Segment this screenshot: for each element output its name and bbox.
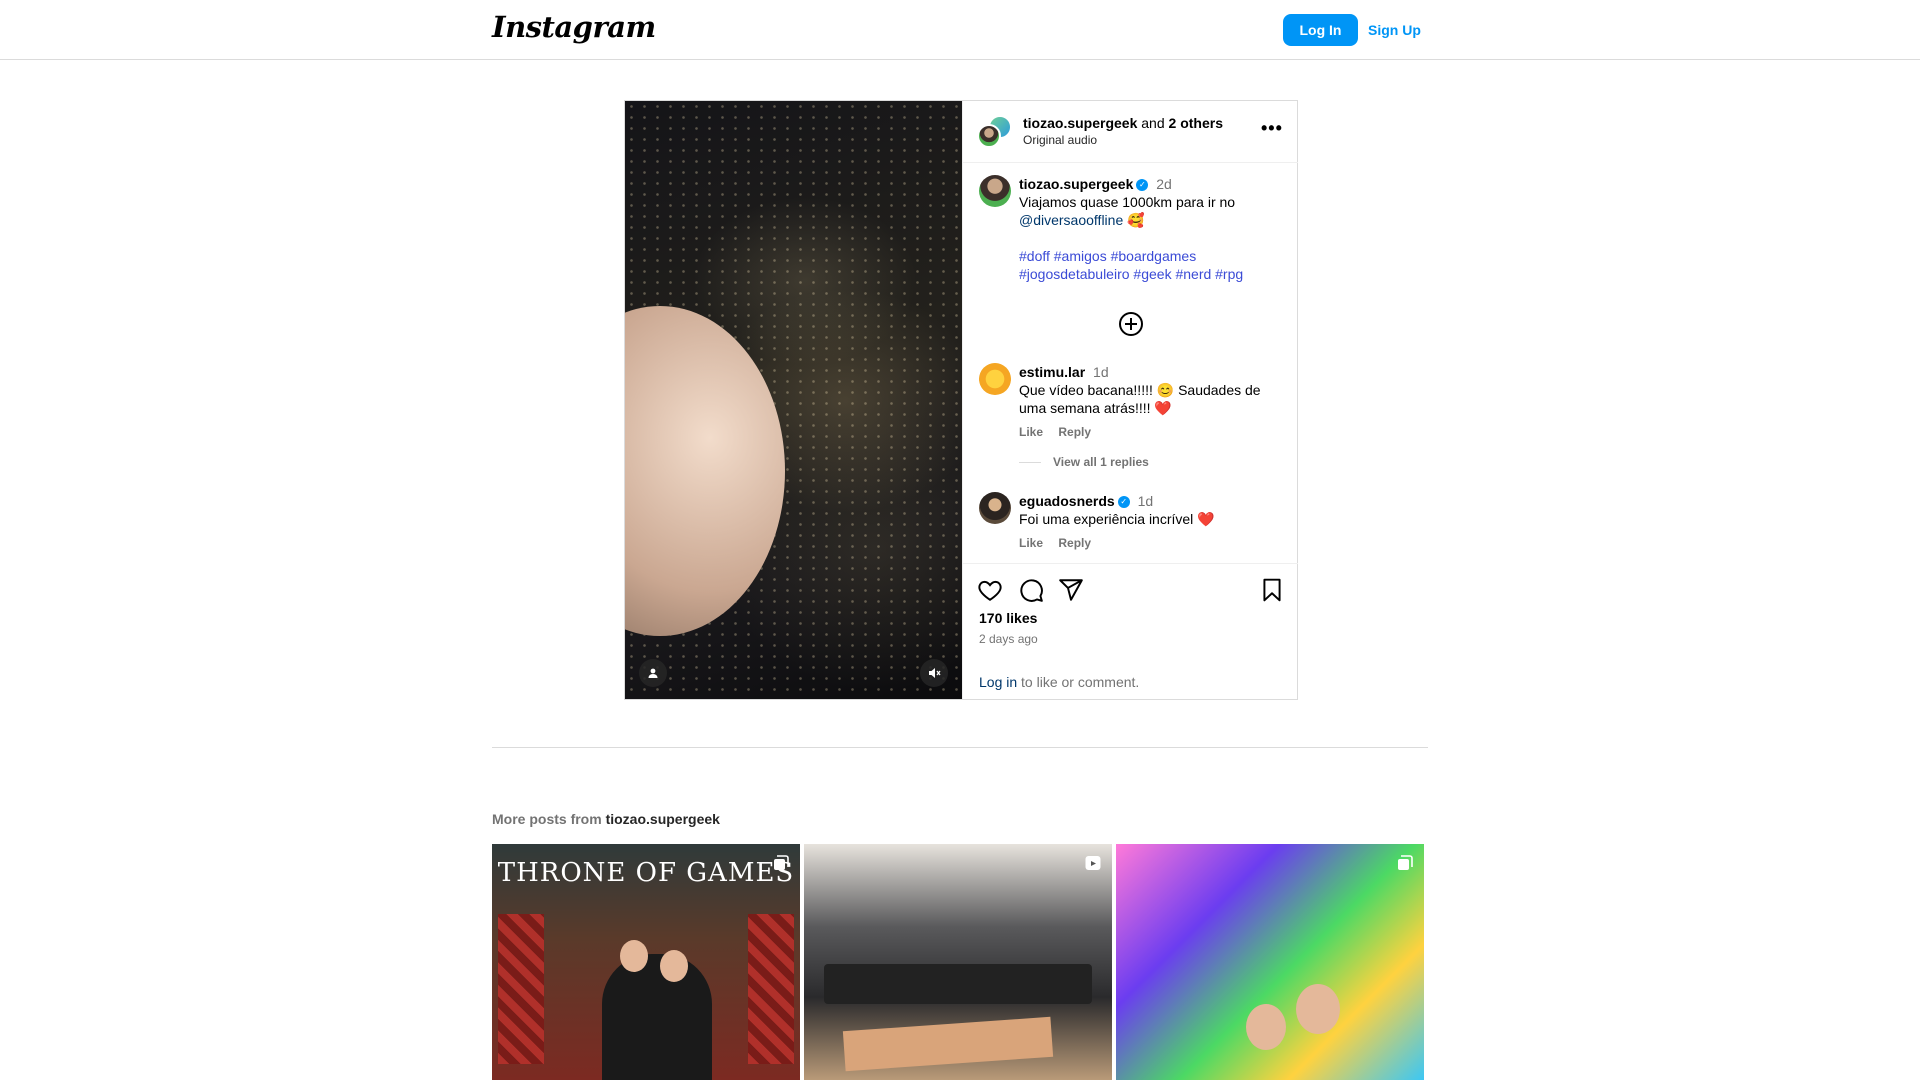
add-comment-icon[interactable] [1118,311,1144,337]
comment-time: 1d [1093,364,1109,380]
mention-link[interactable]: @diversaooffline [1019,212,1123,228]
game-board [824,964,1092,1004]
comment-time: 1d [1137,493,1154,509]
mute-icon[interactable] [920,659,948,687]
caption-username[interactable]: tiozao.supergeek [1019,176,1133,192]
author-avatar[interactable] [977,124,1001,148]
login-button[interactable]: Log In [1283,14,1358,46]
comment-text-line1: Foi uma experiência incrível ❤️ [1019,511,1215,527]
login-prompt: Log in to like or comment. [979,674,1139,690]
carousel-icon [1398,855,1413,870]
comment-avatar[interactable] [979,363,1011,395]
more-posts-username[interactable]: tiozao.supergeek [606,811,720,827]
face [660,950,688,982]
login-prompt-text: to like or comment. [1017,674,1140,690]
share-icon[interactable] [1058,577,1084,603]
heart-icon[interactable] [977,577,1003,603]
author-username[interactable]: tiozao.supergeek [1023,115,1137,131]
grid-post[interactable] [804,844,1112,1080]
like-comment-button[interactable]: Like [1019,536,1043,550]
post-sidebar: tiozao.supergeek and 2 others Original a… [962,101,1298,699]
view-replies-label[interactable]: View all 1 replies [1053,455,1149,469]
mention-emoji: 🥰 [1127,212,1145,228]
comment-username[interactable]: eguadosnerds [1019,493,1115,509]
hashtags-line2[interactable]: #jogosdetabuleiro #geek #nerd #rpg [1019,266,1243,282]
collab-joiner: and [1141,115,1165,131]
comments-list[interactable]: tiozao.supergeek ✓ 2d Viajamos quase 1000… [963,163,1298,563]
post-date: 2 days ago [979,632,1038,646]
caption-time: 2d [1156,176,1172,192]
people [602,954,712,1080]
post-video[interactable] [625,101,962,699]
comment: estimu.lar 1d Que vídeo bacana!!!!! 😊 Sa… [1019,363,1284,469]
collab-names[interactable]: tiozao.supergeek and 2 others [1023,115,1223,131]
banner-right [748,914,794,1064]
top-bar: Instagram Log In Sign Up [0,0,1920,60]
section-divider [492,747,1428,748]
reply-button[interactable]: Reply [1058,536,1091,550]
face [1246,1004,1286,1050]
replies-line [1019,461,1041,463]
caption: tiozao.supergeek ✓ 2d Viajamos quase 1000… [1019,175,1284,283]
audio-label[interactable]: Original audio [1023,133,1097,147]
grid-post[interactable]: THRONE OF GAMES [492,844,800,1080]
reply-button[interactable]: Reply [1058,425,1091,439]
like-comment-button[interactable]: Like [1019,425,1043,439]
grid-post[interactable] [1116,844,1424,1080]
reel-icon [1085,856,1101,870]
face [620,940,648,972]
comment-icon[interactable] [1018,577,1044,603]
comment-text-line2: uma semana atrás!!!! ❤️ [1019,400,1172,416]
post-actions: 170 likes 2 days ago Log in to like or c… [963,563,1298,699]
more-posts-title: More posts from tiozao.supergeek [492,811,720,827]
caption-line1: Viajamos quase 1000km para ir no [1019,194,1236,210]
comment-avatar[interactable] [979,492,1011,524]
likes-count[interactable]: 170 likes [979,610,1037,626]
comment-text-line1: Que vídeo bacana!!!!! 😊 Saudades de [1019,382,1261,398]
collab-others[interactable]: 2 others [1169,115,1223,131]
grid-post-title: THRONE OF GAMES [497,858,795,888]
instagram-logo[interactable]: Instagram [492,10,656,44]
comment-username[interactable]: estimu.lar [1019,364,1085,380]
view-replies[interactable]: View all 1 replies [1019,455,1284,469]
game-box [842,1016,1054,1072]
user-tag-icon[interactable] [639,659,667,687]
comment: eguadosnerds ✓ 1d Foi uma experiência inc… [1019,492,1284,550]
signup-link[interactable]: Sign Up [1368,14,1421,46]
verified-icon: ✓ [1136,179,1149,192]
banner-left [498,914,544,1064]
bookmark-icon[interactable] [1259,577,1285,603]
carousel-icon [774,855,789,870]
verified-icon: ✓ [1117,496,1130,509]
hashtags-line1[interactable]: #doff #amigos #boardgames [1019,248,1196,264]
post-card: tiozao.supergeek and 2 others Original a… [624,100,1298,700]
caption-avatar[interactable] [979,175,1011,207]
more-icon[interactable]: ••• [1261,119,1285,139]
login-link[interactable]: Log in [979,674,1017,690]
face [1296,984,1340,1034]
post-header: tiozao.supergeek and 2 others Original a… [963,101,1298,163]
more-posts-prefix: More posts from [492,811,606,827]
